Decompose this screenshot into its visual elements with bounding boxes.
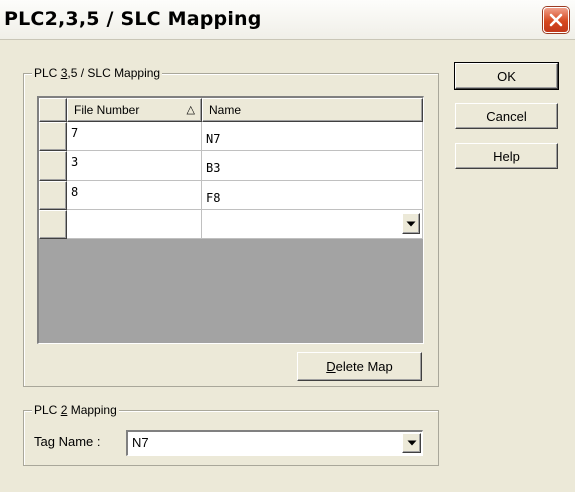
sort-ascending-icon: △ xyxy=(186,104,195,116)
name-cell[interactable]: B3 xyxy=(202,151,423,181)
row-header[interactable] xyxy=(39,210,67,239)
tag-name-combobox[interactable]: N7 xyxy=(126,430,423,456)
file-number-cell[interactable]: 7 xyxy=(67,122,202,151)
name-dropdown-cell[interactable] xyxy=(202,210,423,239)
plc2-mapping-group-label: PLC 2 Mapping xyxy=(32,403,119,417)
row-header[interactable] xyxy=(39,181,67,210)
delete-map-button[interactable]: Delete Map xyxy=(297,352,422,381)
file-number-cell[interactable] xyxy=(67,210,202,239)
name-dropdown-button[interactable] xyxy=(402,213,420,234)
tag-name-label: Tag Name : xyxy=(34,434,101,449)
file-number-cell[interactable]: 8 xyxy=(67,181,202,210)
name-cell[interactable]: F8 xyxy=(202,181,423,210)
title-bar[interactable]: PLC2,3,5 / SLC Mapping xyxy=(0,0,575,40)
dialog-window: PLC2,3,5 / SLC Mapping PLC 3,5 / SLC Map… xyxy=(0,0,575,492)
ok-button[interactable]: OK xyxy=(454,62,559,90)
help-button[interactable]: Help xyxy=(455,143,558,169)
mapping-grid[interactable]: File Number △ Name 7 N7 3 B3 8 F8 xyxy=(37,96,424,344)
slc-mapping-group-label: PLC 3,5 / SLC Mapping xyxy=(32,66,163,80)
file-number-cell[interactable]: 3 xyxy=(67,151,202,181)
cancel-button[interactable]: Cancel xyxy=(455,103,558,129)
close-icon xyxy=(549,13,563,27)
chevron-down-icon xyxy=(407,440,416,446)
close-button[interactable] xyxy=(543,7,569,33)
row-header[interactable] xyxy=(39,122,67,151)
grid-corner-header[interactable] xyxy=(39,98,67,122)
column-header-name[interactable]: Name xyxy=(202,98,423,122)
row-header[interactable] xyxy=(39,151,67,181)
window-title: PLC2,3,5 / SLC Mapping xyxy=(4,8,262,30)
name-cell[interactable]: N7 xyxy=(202,122,423,151)
tag-name-value: N7 xyxy=(132,435,149,450)
tag-name-dropdown-button[interactable] xyxy=(402,433,421,453)
column-header-file-number[interactable]: File Number △ xyxy=(67,98,202,122)
chevron-down-icon xyxy=(406,221,416,226)
